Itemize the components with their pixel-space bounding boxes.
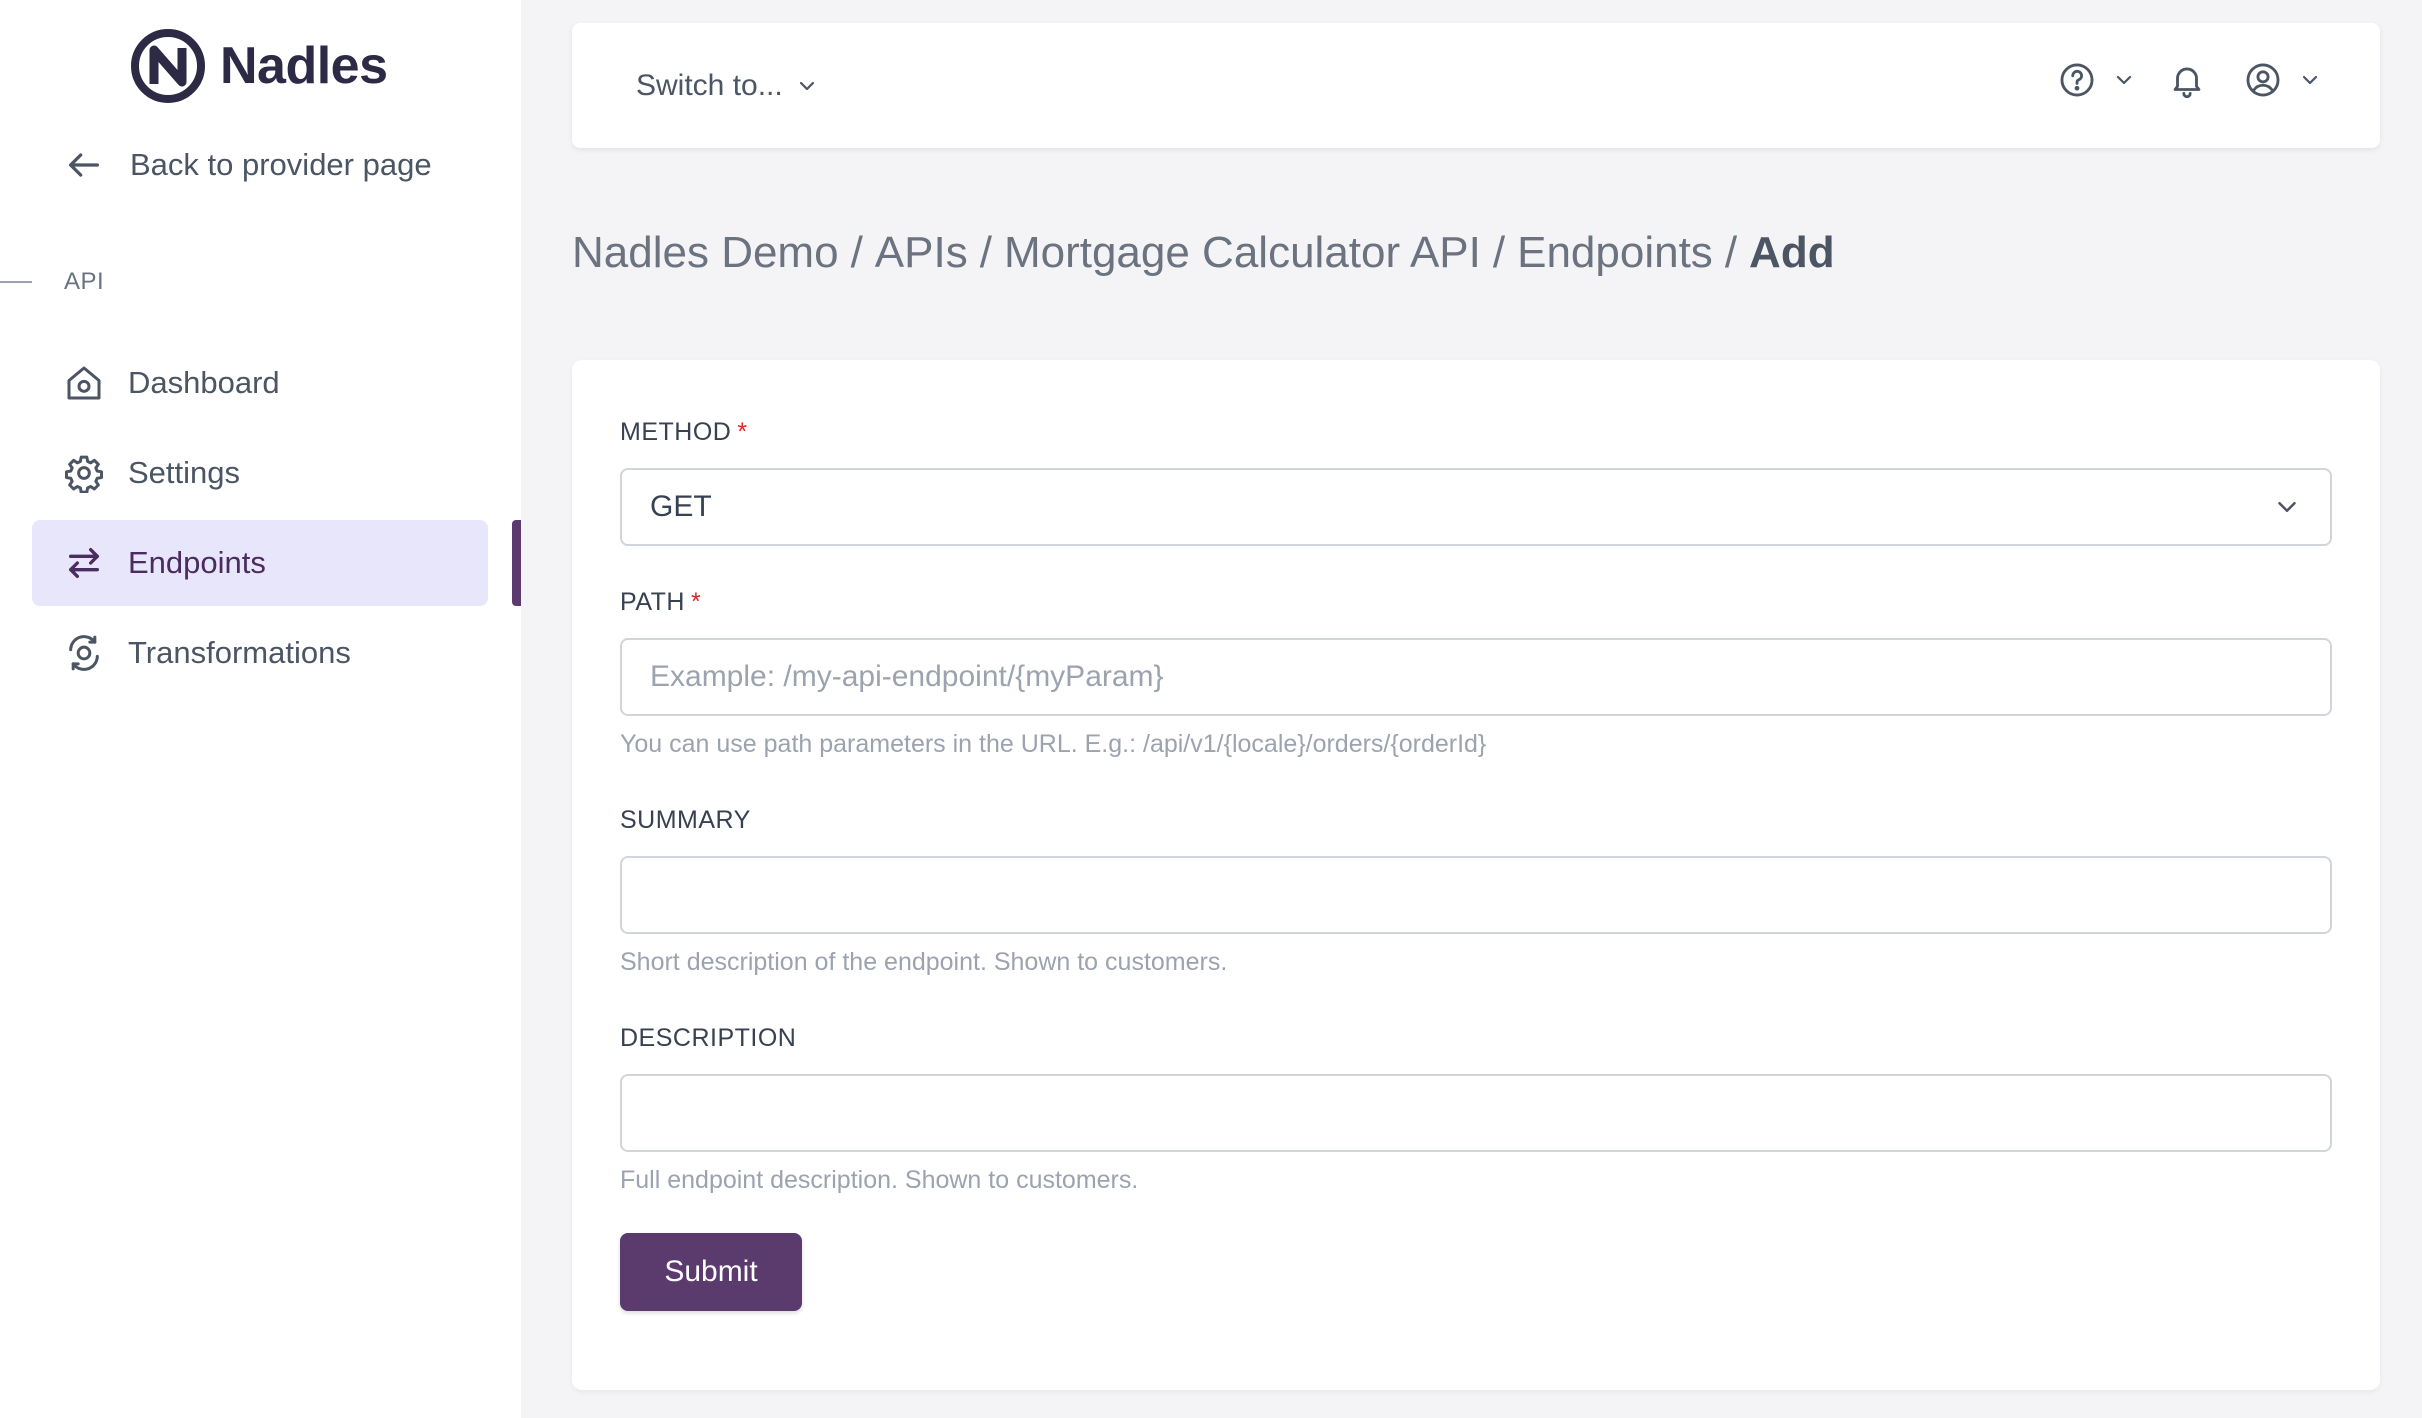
sidebar-item-label: Dashboard	[128, 365, 280, 400]
breadcrumb-separator: /	[850, 228, 863, 277]
summary-label: SUMMARY	[620, 806, 751, 834]
submit-button[interactable]: Submit	[620, 1233, 802, 1311]
sidebar-item-label: Endpoints	[128, 545, 266, 580]
breadcrumb-current: Add	[1749, 228, 1835, 277]
back-to-provider-link[interactable]: Back to provider page	[64, 140, 432, 190]
top-bar-actions	[2058, 61, 2322, 99]
sidebar-section-label: API	[0, 268, 104, 296]
switch-to-dropdown[interactable]: Switch to...	[636, 63, 819, 109]
arrows-swap-icon	[69, 548, 100, 578]
breadcrumb-separator: /	[1492, 228, 1506, 277]
chevron-down-icon	[2116, 75, 2132, 85]
path-input[interactable]	[620, 638, 2332, 716]
breadcrumb-item-apis[interactable]: APIs	[875, 228, 968, 278]
section-label-text: API	[64, 268, 105, 295]
sidebar-item-label: Settings	[128, 455, 241, 490]
endpoint-form-card: METHOD* GET PATH* You can use path param…	[572, 360, 2380, 1390]
sidebar: Nadles Back to provider page API Dashboa…	[0, 0, 521, 1418]
nadles-logo-icon	[131, 29, 205, 103]
user-menu-button[interactable]	[2244, 61, 2322, 99]
notifications-button[interactable]	[2168, 61, 2206, 99]
gear-icon	[65, 455, 103, 493]
chevron-down-icon	[2278, 502, 2296, 512]
home-icon	[67, 366, 101, 400]
required-marker: *	[690, 588, 702, 616]
chevron-down-icon	[799, 81, 814, 91]
breadcrumb-separator: /	[979, 228, 992, 277]
method-select-value: GET	[650, 490, 712, 523]
breadcrumb-item-endpoints[interactable]: Endpoints	[1517, 228, 1713, 278]
top-bar: Switch to...	[572, 23, 2380, 148]
breadcrumb-separator: /	[1724, 228, 1738, 277]
switch-to-label: Switch to...	[636, 69, 783, 102]
required-marker: *	[737, 418, 748, 446]
brand-name: Nadles	[220, 37, 388, 95]
path-help-text: You can use path parameters in the URL. …	[620, 730, 1487, 758]
method-select[interactable]: GET	[620, 468, 2332, 546]
brand-logo[interactable]: Nadles	[130, 28, 388, 104]
summary-input[interactable]	[620, 856, 2332, 934]
sidebar-item-endpoints[interactable]: Endpoints	[32, 520, 488, 606]
path-label-text: PATH	[620, 588, 685, 616]
sidebar-item-transformations[interactable]: Transformations	[32, 610, 488, 696]
summary-help-text: Short description of the endpoint. Shown…	[620, 948, 1228, 976]
active-indicator	[512, 520, 521, 606]
transform-icon	[69, 635, 99, 671]
method-label-text: METHOD	[620, 418, 732, 446]
help-icon	[2060, 63, 2094, 97]
method-label: METHOD *	[620, 418, 748, 447]
breadcrumb: Nadles Demo / APIs / Mortgage Calculator…	[572, 228, 1835, 278]
user-icon	[2246, 63, 2280, 97]
section-divider	[0, 281, 32, 283]
description-input[interactable]	[620, 1074, 2332, 1152]
sidebar-item-label: Transformations	[128, 635, 351, 670]
chevron-down-icon	[2302, 75, 2318, 85]
description-help-text: Full endpoint description. Shown to cust…	[620, 1166, 1139, 1194]
description-label: DESCRIPTION	[620, 1024, 797, 1052]
back-link-label: Back to provider page	[130, 147, 432, 182]
help-menu-button[interactable]	[2058, 61, 2136, 99]
sidebar-item-settings[interactable]: Settings	[32, 430, 488, 516]
breadcrumb-item-api[interactable]: Mortgage Calculator API	[1004, 228, 1481, 278]
arrow-left-icon	[69, 153, 100, 177]
bell-icon	[2173, 67, 2201, 98]
breadcrumb-item-nadles-demo[interactable]: Nadles Demo	[572, 228, 839, 278]
path-label: PATH *	[620, 588, 701, 617]
sidebar-item-dashboard[interactable]: Dashboard	[32, 340, 488, 426]
